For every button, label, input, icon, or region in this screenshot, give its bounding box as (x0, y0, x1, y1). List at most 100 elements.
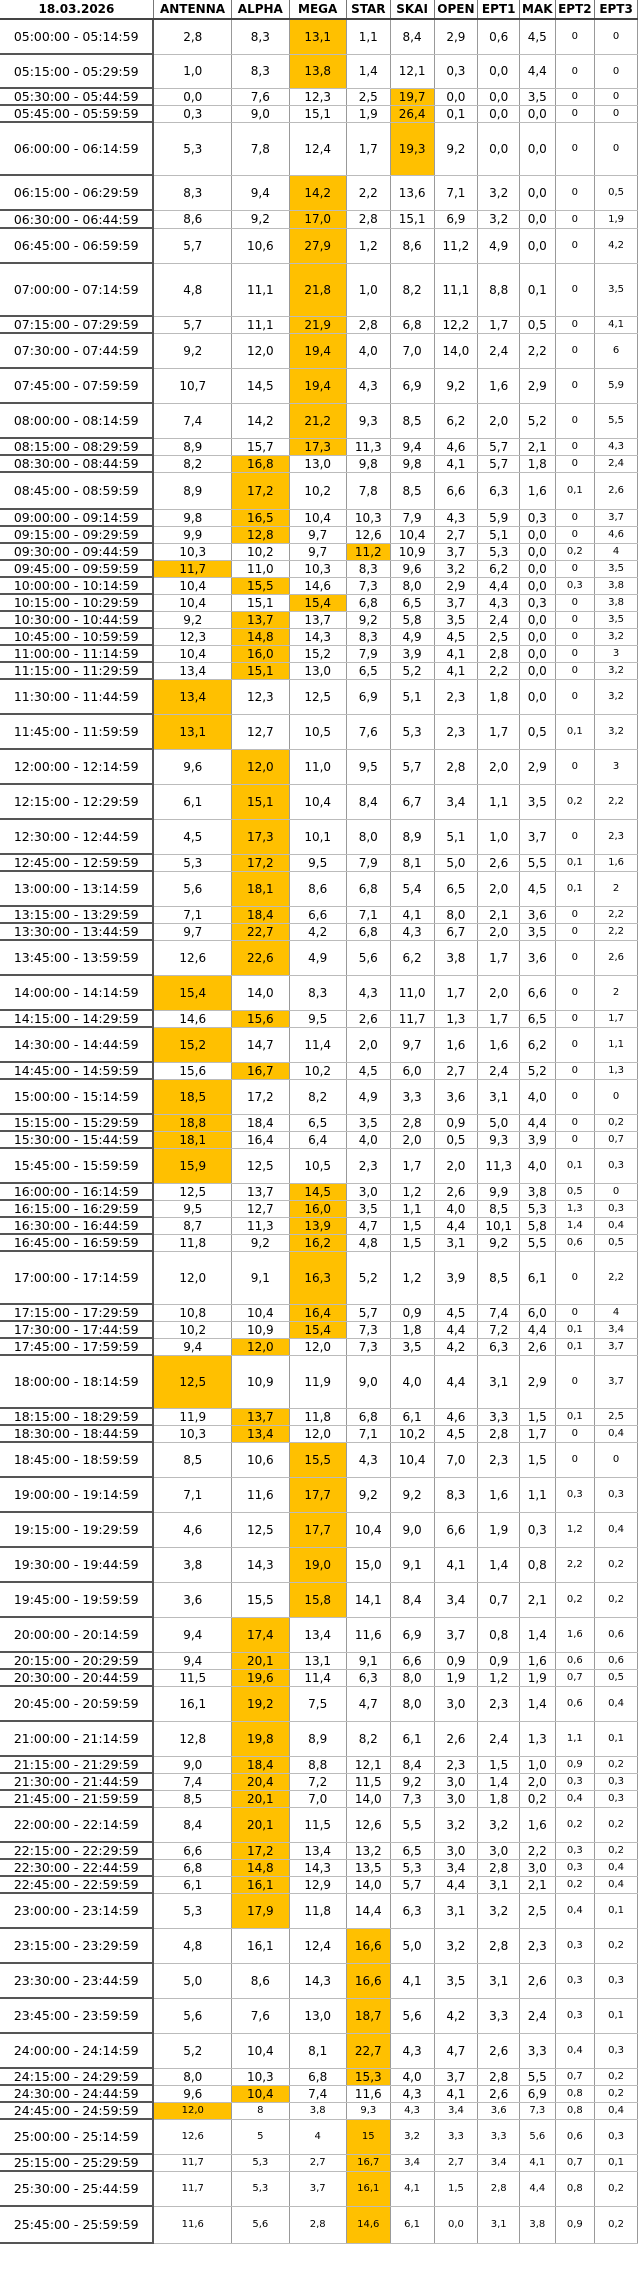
time-slot-cell: 22:45:00 - 22:59:59 (0, 1876, 155, 1894)
rating-cell-ept3: 0 (594, 105, 638, 123)
rating-cell-skai: 7,3 (390, 1790, 435, 1808)
time-slot-cell: 13:15:00 - 13:29:59 (0, 906, 155, 924)
rating-cell-mak: 2,1 (519, 438, 556, 456)
rating-cell-ept2: 0,6 (555, 2119, 596, 2155)
rating-cell-ept1: 1,6 (477, 1477, 521, 1513)
time-slot-cell: 17:45:00 - 17:59:59 (0, 1338, 155, 1356)
rating-cell-alpha: 15,1 (231, 594, 290, 612)
rating-cell-mega: 16,0 (289, 1200, 347, 1218)
rating-cell-open: 4,2 (434, 1998, 479, 2034)
rating-cell-ept3: 3 (594, 749, 638, 785)
rating-cell-ept3: 0,2 (594, 2206, 638, 2244)
rating-cell-mega: 13,9 (289, 1217, 347, 1235)
time-slot-cell: 12:45:00 - 12:59:59 (0, 854, 155, 872)
rating-cell-star: 11,3 (346, 438, 391, 456)
rating-cell-mak: 3,7 (519, 819, 556, 855)
rating-cell-skai: 1,8 (390, 1321, 435, 1339)
rating-cell-mega: 21,2 (289, 403, 347, 439)
rating-cell-mega: 9,5 (289, 854, 347, 872)
table-row: 14:00:00 - 14:14:59 15,4 14,0 8,3 4,3 11,0 1,7… (0, 975, 638, 1011)
rating-cell-open: 3,2 (434, 1807, 479, 1843)
rating-cell-star: 2,2 (346, 175, 391, 211)
table-row: 14:15:00 - 14:29:59 14,6 15,6 9,5 2,6 11,7 1,3… (0, 1010, 638, 1028)
table-row: 20:15:00 - 20:29:59 9,4 20,1 13,1 9,1 6,6 0,9 0… (0, 1652, 638, 1670)
rating-cell-skai: 4,1 (390, 906, 435, 924)
rating-cell-ept1: 1,6 (477, 368, 521, 404)
rating-cell-open: 4,0 (434, 1200, 479, 1218)
rating-cell-ept3: 5,5 (594, 403, 638, 439)
rating-cell-ept2: 0,6 (555, 1234, 596, 1252)
rating-cell-alpha: 14,8 (231, 628, 290, 646)
rating-cell-open: 3,5 (434, 1963, 479, 1999)
rating-cell-mak: 3,9 (519, 1131, 556, 1149)
rating-cell-ept2: 0,7 (555, 1669, 596, 1687)
rating-cell-antenna: 8,6 (153, 210, 233, 229)
rating-cell-antenna: 8,9 (153, 438, 233, 456)
rating-cell-mak: 3,8 (519, 2206, 556, 2244)
time-slot-cell: 13:00:00 - 13:14:59 (0, 871, 155, 907)
rating-cell-open: 1,5 (434, 2171, 479, 2207)
rating-cell-antenna: 6,1 (153, 1876, 233, 1894)
rating-cell-star: 10,3 (346, 509, 391, 527)
rating-cell-alpha: 11,6 (231, 1477, 290, 1513)
table-row: 08:00:00 - 08:14:59 7,4 14,2 21,2 9,3 8,5 6,2 2… (0, 403, 638, 439)
time-slot-cell: 21:45:00 - 21:59:59 (0, 1790, 155, 1808)
rating-cell-mega: 19,4 (289, 368, 347, 404)
time-slot-cell: 10:45:00 - 10:59:59 (0, 628, 155, 646)
table-row: 06:00:00 - 06:14:59 5,3 7,8 12,4 1,7 19,3 9,2 0… (0, 122, 638, 176)
table-row: 19:30:00 - 19:44:59 3,8 14,3 19,0 15,0 9,1 4,1… (0, 1547, 638, 1583)
rating-cell-mak: 5,5 (519, 854, 556, 872)
rating-cell-alpha: 14,0 (231, 975, 290, 1011)
rating-cell-alpha: 18,4 (231, 1756, 290, 1774)
time-slot-cell: 09:15:00 - 09:29:59 (0, 526, 155, 544)
table-row: 11:45:00 - 11:59:59 13,1 12,7 10,5 7,6 5,3 2,3… (0, 714, 638, 750)
rating-cell-open: 3,4 (434, 784, 479, 820)
rating-cell-star: 4,3 (346, 368, 391, 404)
rating-cell-antenna: 9,2 (153, 333, 233, 369)
rating-cell-mega: 4,2 (289, 923, 347, 941)
time-slot-cell: 15:15:00 - 15:29:59 (0, 1114, 155, 1132)
rating-cell-skai: 9,0 (390, 1512, 435, 1548)
rating-cell-antenna: 12,8 (153, 1721, 233, 1757)
rating-cell-antenna: 0,3 (153, 105, 233, 123)
rating-cell-star: 3,0 (346, 1183, 391, 1201)
rating-cell-mak: 1,4 (519, 1617, 556, 1653)
rating-cell-ept2: 0,4 (555, 1790, 596, 1808)
rating-cell-ept2: 0,3 (555, 1998, 596, 2034)
rating-cell-ept2: 1,1 (555, 1721, 596, 1757)
rating-cell-mega: 10,1 (289, 819, 347, 855)
rating-cell-mak: 5,2 (519, 1062, 556, 1080)
rating-cell-ept3: 0,5 (594, 175, 638, 211)
rating-cell-alpha: 16,1 (231, 1876, 290, 1894)
rating-cell-ept3: 0 (594, 1079, 638, 1115)
rating-cell-antenna: 9,4 (153, 1617, 233, 1653)
rating-cell-mak: 0,0 (519, 577, 556, 595)
rating-cell-mak: 3,8 (519, 1183, 556, 1201)
time-slot-cell: 18:45:00 - 18:59:59 (0, 1442, 155, 1478)
time-slot-cell: 20:00:00 - 20:14:59 (0, 1617, 155, 1653)
rating-cell-ept3: 3 (594, 645, 638, 663)
rating-cell-ept3: 3,5 (594, 611, 638, 629)
table-row: 15:15:00 - 15:29:59 18,8 18,4 6,5 3,5 2,8 0,9 5… (0, 1114, 638, 1132)
rating-cell-antenna: 9,6 (153, 749, 233, 785)
rating-cell-ept1: 3,0 (477, 1842, 521, 1860)
rating-cell-alpha: 13,7 (231, 1408, 290, 1426)
rating-cell-ept1: 2,0 (477, 923, 521, 941)
rating-cell-ept1: 0,0 (477, 122, 521, 176)
rating-cell-star: 2,6 (346, 1010, 391, 1028)
rating-cell-antenna: 8,2 (153, 455, 233, 473)
rating-cell-ept1: 2,8 (477, 1425, 521, 1443)
rating-cell-antenna: 10,4 (153, 594, 233, 612)
rating-cell-mak: 3,3 (519, 2033, 556, 2069)
rating-cell-skai: 4,0 (390, 1355, 435, 1409)
rating-cell-alpha: 9,2 (231, 1234, 290, 1252)
rating-cell-open: 0,9 (434, 1652, 479, 1670)
rating-cell-star: 7,9 (346, 645, 391, 663)
table-row: 12:00:00 - 12:14:59 9,6 12,0 11,0 9,5 5,7 2,8 2… (0, 749, 638, 785)
rating-cell-ept2: 0,2 (555, 543, 596, 561)
rating-cell-open: 11,2 (434, 228, 479, 264)
rating-cell-alpha: 10,6 (231, 228, 290, 264)
rating-cell-ept2: 0,1 (555, 714, 596, 750)
rating-cell-ept3: 0,2 (594, 1842, 638, 1860)
rating-cell-ept1: 1,8 (477, 679, 521, 715)
